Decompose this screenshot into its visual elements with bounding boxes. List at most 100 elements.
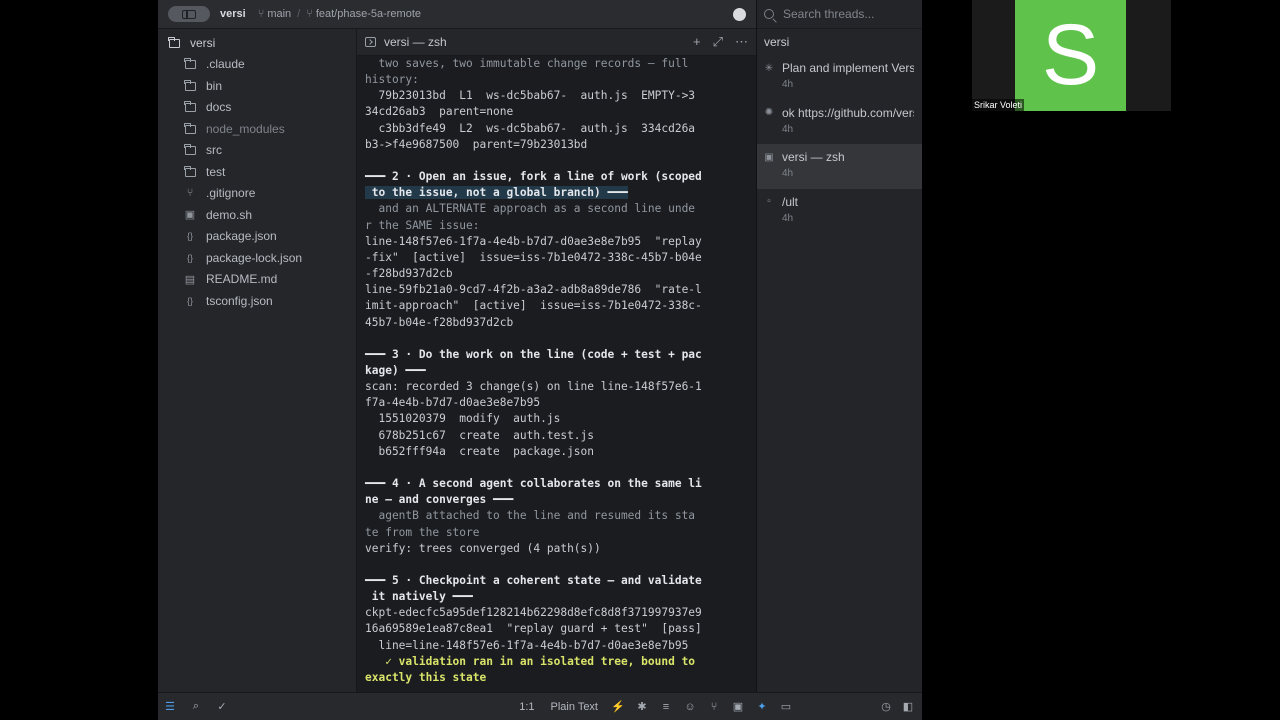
folder-icon[interactable]: ▭	[776, 697, 796, 717]
thread-item[interactable]: ▫ /ult 4h	[757, 189, 922, 234]
thread-item[interactable]: ✺ ok https://github.com/versi 4h	[757, 100, 922, 145]
folder-icon	[182, 165, 198, 177]
thread-icon: ▣	[764, 151, 774, 163]
check-icon[interactable]: ✓	[212, 697, 232, 717]
terminal-line: te from the store	[365, 525, 480, 539]
ai-assist-icon[interactable]: ⚡	[608, 697, 628, 717]
terminal-line: f7a-4e4b-b7d7-d0ae3e8e7b95	[365, 396, 541, 410]
terminal-line: two saves, two immutable change records …	[365, 57, 689, 70]
tree-item[interactable]: bin	[158, 75, 356, 97]
terminal-text[interactable]: two saves, two immutable change records …	[365, 56, 756, 686]
panel-toggle-icon[interactable]: ◧	[898, 697, 918, 717]
agent-icon[interactable]: ✦	[752, 697, 772, 717]
terminal-line: imit-approach" [active] issue=iss-7b1e04…	[365, 299, 702, 313]
thread-timestamp: 4h	[782, 79, 794, 90]
participant-avatar: S	[1015, 0, 1126, 111]
terminal-line: and an ALTERNATE approach as a second li…	[365, 202, 696, 216]
terminal-line: ne — and converges ━━━	[365, 493, 514, 507]
base-branch[interactable]: main	[267, 8, 291, 20]
markdown-icon: ▤	[184, 273, 196, 286]
tree-item[interactable]: {} package.json	[158, 226, 356, 248]
breadcrumb-separator: /	[297, 8, 301, 20]
terminal-line: ━━━ 3 · Do the work on the line (code + …	[365, 347, 702, 361]
tree-item[interactable]: src	[158, 140, 356, 162]
terminal-line: kage) ━━━	[365, 363, 426, 377]
thread-timestamp: 4h	[782, 212, 794, 224]
tree-item-label: README.md	[206, 272, 278, 287]
terminal-line: 45b7-b04e-f28bd937d2cb	[365, 315, 514, 329]
tree-item[interactable]: {} tsconfig.json	[158, 290, 356, 312]
folder-icon	[182, 101, 198, 113]
search-threads-input[interactable]	[783, 7, 913, 21]
folder-icon	[182, 58, 198, 70]
branch-icon: ⑂	[306, 8, 313, 20]
tree-item-label: .gitignore	[206, 186, 256, 201]
terminal-line: -fix" [active] issue=iss-7b1e0472-338c-4…	[365, 250, 702, 264]
thread-timestamp: 4h	[782, 168, 794, 179]
terminal-line: 1551020379 modify auth.js	[365, 412, 561, 426]
terminal-line: -f28bd937d2cb	[365, 267, 453, 281]
tree-item-label: demo.sh	[206, 207, 253, 222]
terminal-line: c3bb3dfe49 L2 ws-dc5bab67- auth.js 334cd…	[365, 121, 696, 135]
search-icon[interactable]: ⌕	[186, 697, 206, 717]
current-branch[interactable]: feat/phase-5a-remote	[316, 8, 421, 20]
file-explorer-icon[interactable]: ☰	[160, 697, 180, 717]
tree-item[interactable]: node_modules	[158, 118, 356, 140]
terminal-line: line=line-148f57e6-1f7a-4e4b-b7d7-d0ae3e…	[365, 638, 689, 652]
terminal-tab[interactable]: > versi — zsh	[357, 35, 447, 49]
tree-item-label: tsconfig.json	[206, 293, 273, 308]
tree-item[interactable]: .claude	[158, 54, 356, 76]
terminal-line: verify: trees converged (4 path(s))	[365, 541, 601, 555]
debug-icon[interactable]: ✱	[632, 697, 652, 717]
new-terminal-plus-icon[interactable]: +	[693, 34, 701, 50]
tree-item-label: versi	[190, 35, 216, 50]
terminal-line: r the SAME issue:	[365, 218, 480, 232]
thread-title: Plan and implement Versi	[782, 61, 914, 75]
json-icon: {}	[186, 295, 193, 306]
account-avatar[interactable]	[733, 7, 746, 21]
json-icon: {}	[186, 252, 193, 263]
thread-search[interactable]	[757, 0, 922, 29]
threads-project-title: versi	[764, 35, 790, 49]
tree-item[interactable]: ▣ demo.sh	[158, 204, 356, 226]
search-icon	[764, 9, 774, 19]
tree-item-label: test	[206, 164, 226, 179]
project-name[interactable]: versi	[220, 8, 246, 20]
terminal-line: 16a69589e1ea87c8ea1 "replay guard + test…	[365, 622, 702, 636]
history-icon[interactable]: ◷	[876, 697, 896, 717]
folder-icon	[166, 36, 182, 48]
terminal-tab-bar: > versi — zsh + ⤢ ⋯	[357, 29, 756, 56]
tree-item[interactable]: test	[158, 161, 356, 183]
git-branch-icon[interactable]: ⑂	[704, 697, 724, 717]
more-options-icon[interactable]: ⋯	[735, 34, 748, 50]
sidebar-toggle-button[interactable]	[168, 6, 210, 22]
folder-icon	[182, 144, 198, 156]
people-icon[interactable]: ☺	[680, 697, 700, 717]
terminal-line: b652fff94a create package.json	[365, 444, 595, 458]
tree-item[interactable]: {} package-lock.json	[158, 247, 356, 269]
thread-title: ok https://github.com/versi	[782, 105, 914, 120]
cursor-position[interactable]: 1:1	[513, 701, 540, 713]
thread-item[interactable]: ▣ versi — zsh 4h	[757, 144, 922, 189]
terminal-tab-title: versi — zsh	[384, 35, 447, 49]
thread-item[interactable]: ✳ Plan and implement Versi 4h	[757, 55, 922, 100]
tree-item-label: bin	[206, 78, 223, 93]
terminal-icon[interactable]: ▣	[728, 697, 748, 717]
expand-icon[interactable]: ⤢	[713, 34, 723, 50]
language-mode[interactable]: Plain Text	[545, 701, 605, 713]
tree-item-label: package-lock.json	[206, 250, 303, 265]
tree-item-label: node_modules	[206, 121, 285, 136]
terminal-line: 34cd26ab3 parent=none	[365, 105, 514, 119]
tree-item[interactable]: docs	[158, 97, 356, 119]
tree-root-folder[interactable]: versi	[158, 32, 356, 54]
tree-item-label: docs	[206, 100, 232, 115]
tree-item-label: package.json	[206, 229, 277, 244]
tree-item[interactable]: ▤ README.md	[158, 269, 356, 291]
thread-icon: ✺	[764, 107, 774, 118]
terminal-output[interactable]: two saves, two immutable change records …	[357, 56, 756, 692]
video-call-tile: S Srikar Voleti	[972, 0, 1171, 111]
outline-icon[interactable]: ≡	[656, 697, 676, 717]
title-bar: versi ⑂ main / ⑂ feat/phase-5a-remote	[158, 0, 756, 29]
threads-panel: versi ✳ Plan and implement Versi 4h ✺ ok htt…	[757, 0, 922, 692]
tree-item[interactable]: ⑂ .gitignore	[158, 183, 356, 205]
